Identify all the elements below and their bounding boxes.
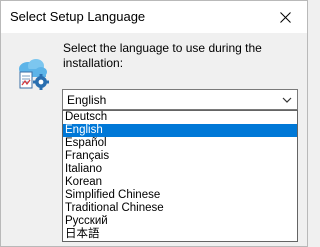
language-option[interactable]: Русский [63, 215, 297, 228]
language-option[interactable]: Korean [63, 176, 297, 189]
title-bar: Select Setup Language [1, 1, 307, 33]
close-icon [279, 11, 291, 23]
instruction-text: Select the language to use during the in… [63, 41, 262, 70]
language-select-value: English [67, 93, 107, 107]
window-title: Select Setup Language [10, 9, 146, 24]
language-dropdown-list: Deutsch English Español Français Italiano Kor… [62, 110, 298, 242]
chevron-down-icon[interactable] [280, 93, 294, 107]
language-option[interactable]: Español [63, 137, 297, 150]
setup-language-dialog: Select Setup Language Select the languag… [0, 0, 308, 247]
language-option[interactable]: Traditional Chinese [63, 202, 297, 215]
close-button[interactable] [263, 1, 307, 33]
setup-app-icon [19, 59, 49, 90]
language-option[interactable]: English [63, 124, 297, 137]
language-option[interactable]: Simplified Chinese [63, 189, 297, 202]
language-option[interactable]: Français [63, 150, 297, 163]
language-select[interactable]: English [62, 89, 298, 110]
language-option[interactable]: Deutsch [63, 111, 297, 124]
language-option[interactable]: Italiano [63, 163, 297, 176]
dialog-body: Select the language to use during the in… [1, 33, 307, 246]
language-option[interactable]: 日本語 [63, 228, 297, 241]
